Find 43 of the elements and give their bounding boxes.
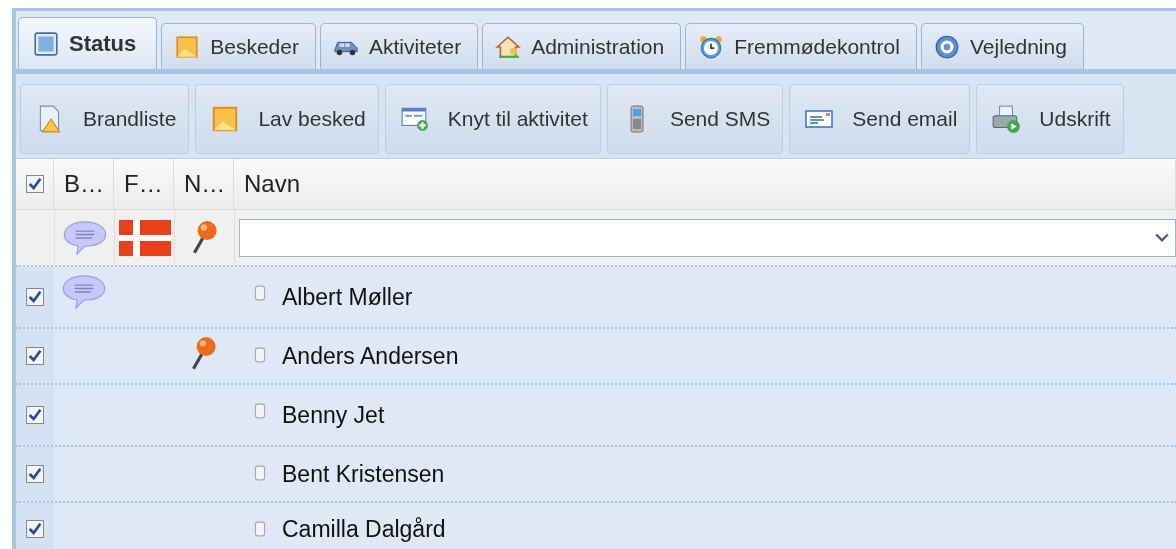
toolbar-button[interactable]: Brandliste bbox=[20, 84, 190, 154]
table-row[interactable]: Camilla Dalgård bbox=[16, 503, 1176, 549]
note-icon bbox=[174, 33, 201, 60]
person-name: Anders Andersen bbox=[282, 342, 459, 370]
tab[interactable]: Aktiviteter bbox=[319, 23, 479, 69]
row-checkbox[interactable] bbox=[26, 520, 44, 538]
document-icon bbox=[254, 521, 266, 537]
table-row[interactable]: Benny Jet bbox=[16, 385, 1176, 447]
toolbar-button[interactable]: Udskrift bbox=[976, 84, 1124, 154]
table-row[interactable]: Anders Andersen bbox=[16, 329, 1176, 385]
person-name: Benny Jet bbox=[282, 401, 385, 429]
toolbar-button[interactable]: Knyt til aktivitet bbox=[384, 84, 601, 154]
document-icon bbox=[254, 465, 266, 481]
row-checkbox[interactable] bbox=[26, 288, 44, 306]
toolbar-button[interactable]: Send email bbox=[789, 84, 971, 154]
document-icon bbox=[254, 347, 266, 363]
tab[interactable]: Fremmødekontrol bbox=[685, 23, 917, 69]
table-row[interactable]: Bent Kristensen bbox=[16, 447, 1176, 503]
tab[interactable]: Administration bbox=[482, 23, 682, 69]
person-name: Camilla Dalgård bbox=[282, 515, 446, 543]
tab[interactable]: Status bbox=[18, 17, 158, 69]
table-row[interactable]: Albert Møller bbox=[16, 267, 1176, 329]
column-header[interactable]: B… bbox=[54, 159, 114, 209]
column-header[interactable]: N… bbox=[174, 159, 234, 209]
column-header[interactable]: F… bbox=[114, 159, 174, 209]
tab[interactable]: Beskeder bbox=[161, 23, 316, 69]
document-icon bbox=[254, 403, 266, 419]
printer-icon bbox=[991, 104, 1022, 134]
row-checkbox[interactable] bbox=[26, 465, 44, 483]
tab[interactable]: Vejledning bbox=[920, 23, 1084, 69]
row-checkbox[interactable] bbox=[26, 406, 44, 424]
person-name: Bent Kristensen bbox=[282, 460, 445, 488]
monitor-icon bbox=[33, 30, 59, 57]
column-header[interactable]: Navn bbox=[234, 159, 1176, 209]
name-filter-field[interactable] bbox=[239, 218, 1176, 257]
toolbar-button[interactable]: Send SMS bbox=[606, 84, 784, 154]
select-all-checkbox[interactable] bbox=[25, 175, 44, 193]
person-name: Albert Møller bbox=[282, 283, 413, 311]
alarm-clock-icon bbox=[698, 33, 725, 60]
toolbar-button[interactable]: Lav besked bbox=[195, 84, 379, 154]
row-checkbox[interactable] bbox=[26, 347, 44, 365]
document-icon bbox=[254, 285, 266, 301]
flag-icon[interactable] bbox=[118, 219, 171, 256]
